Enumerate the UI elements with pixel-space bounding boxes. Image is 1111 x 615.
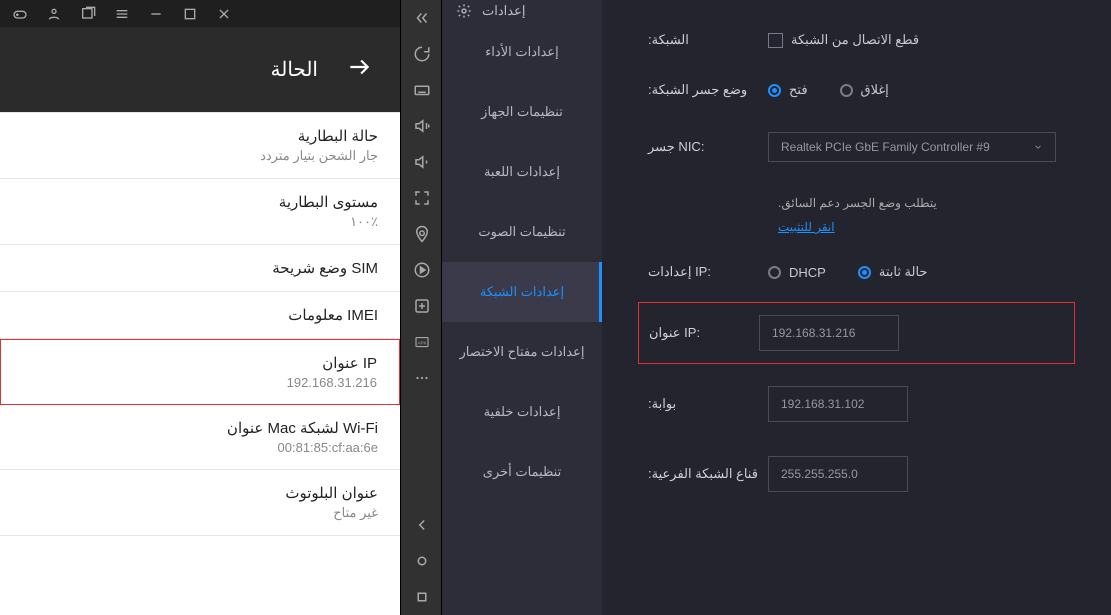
volume-up-icon[interactable] [401, 108, 443, 144]
keyboard-icon[interactable] [401, 72, 443, 108]
item-value: 192.168.31.216 [23, 375, 377, 390]
item-value: جار الشحن بتيار متردد [22, 148, 378, 164]
static-radio[interactable]: حالة ثابتة [858, 264, 928, 280]
android-status-panel: الحالة حالة البطارية جار الشحن بتيار متر… [0, 0, 400, 615]
status-list: حالة البطارية جار الشحن بتيار متردد مستو… [0, 112, 400, 615]
list-item[interactable]: عنوان البلوتوث غير متاح [0, 470, 400, 536]
list-item[interactable]: معلومات IMEI [0, 292, 400, 339]
tab-wallpaper[interactable]: إعدادات خلفية [442, 382, 602, 442]
svg-text:APK: APK [417, 340, 426, 345]
nic-label: جسر NIC: [648, 139, 768, 155]
tab-performance[interactable]: إعدادات الأداء [442, 22, 602, 82]
list-item-ip-address[interactable]: عنوان IP 192.168.31.216 [0, 339, 400, 405]
tab-game[interactable]: إعدادات اللعبة [442, 142, 602, 202]
emulator-titlebar [0, 0, 400, 27]
bridge-mode-row: :وضع جسر الشبكة فتح إغلاق [648, 82, 1065, 98]
back-arrow-icon[interactable] [346, 54, 372, 85]
popout-icon[interactable] [74, 0, 102, 27]
ip-address-label: عنوان IP: [649, 325, 759, 341]
gear-icon [456, 3, 472, 19]
add-icon[interactable] [401, 288, 443, 324]
minimize-icon[interactable] [142, 0, 170, 27]
chevrons-left-icon[interactable] [401, 0, 443, 36]
fullscreen-icon[interactable] [401, 180, 443, 216]
android-back-icon[interactable] [401, 507, 443, 543]
tab-shortcut[interactable]: إعدادات مفتاح الاختصار [442, 322, 602, 382]
item-value: 00:81:85:cf:aa:6e [22, 440, 378, 455]
tab-network[interactable]: إعدادات الشبكة [442, 262, 602, 322]
item-label: عنوان Mac لشبكة Wi-Fi [22, 419, 378, 437]
list-item[interactable]: مستوى البطارية ١٠٠٪ [0, 179, 400, 245]
rotate-icon[interactable] [401, 36, 443, 72]
gamepad-icon[interactable] [6, 0, 34, 27]
tab-audio[interactable]: تنظيمات الصوت [442, 202, 602, 262]
gateway-row: :بوابة 192.168.31.102 [648, 386, 1065, 422]
subnet-label: :قناع الشبكة الفرعية [648, 466, 768, 482]
bridge-open-radio[interactable]: فتح [768, 82, 808, 98]
dhcp-radio[interactable]: DHCP [768, 265, 826, 280]
subnet-row: :قناع الشبكة الفرعية 255.255.255.0 [648, 456, 1065, 492]
gateway-label: :بوابة [648, 396, 768, 412]
item-label: عنوان البلوتوث [22, 484, 378, 502]
list-item[interactable]: حالة البطارية جار الشحن بتيار متردد [0, 112, 400, 179]
settings-content: :الشبكة قطع الاتصال من الشبكة :وضع جسر ا… [602, 0, 1111, 615]
bridge-close-radio[interactable]: إغلاق [840, 82, 889, 98]
list-item[interactable]: وضع شريحة SIM [0, 245, 400, 292]
location-icon[interactable] [401, 216, 443, 252]
volume-down-icon[interactable] [401, 144, 443, 180]
item-label: مستوى البطارية [22, 193, 378, 211]
page-title: الحالة [271, 57, 318, 82]
item-value: ١٠٠٪ [22, 214, 378, 230]
android-home-icon[interactable] [401, 543, 443, 579]
nic-row: جسر NIC: Realtek PCIe GbE Family Control… [648, 132, 1065, 162]
maximize-icon[interactable] [176, 0, 204, 27]
item-label: عنوان IP [23, 354, 377, 372]
close-icon[interactable] [210, 0, 238, 27]
item-label: معلومات IMEI [22, 306, 378, 324]
settings-title: إعدادات [442, 0, 602, 22]
tab-device[interactable]: تنظيمات الجهاز [442, 82, 602, 142]
network-row: :الشبكة قطع الاتصال من الشبكة [648, 32, 1065, 48]
bridge-note: .يتطلب وضع الجسر دعم السائق [778, 196, 1065, 210]
nic-select[interactable]: Realtek PCIe GbE Family Controller #9 [768, 132, 1056, 162]
ip-settings-label: إعدادات IP: [648, 264, 768, 280]
subnet-field[interactable]: 255.255.255.0 [768, 456, 908, 492]
user-icon[interactable] [40, 0, 68, 27]
ip-settings-row: إعدادات IP: DHCP حالة ثابتة [648, 264, 1065, 280]
chevron-down-icon [1033, 142, 1043, 152]
tab-other[interactable]: تنظيمات أخرى [442, 442, 602, 502]
settings-title-text: إعدادات [482, 3, 525, 19]
record-icon[interactable] [401, 252, 443, 288]
ip-address-row: عنوان IP: 192.168.31.216 [638, 302, 1075, 364]
android-header: الحالة [0, 27, 400, 112]
more-icon[interactable] [401, 360, 443, 396]
android-recent-icon[interactable] [401, 579, 443, 615]
settings-sidebar: إعدادات إعدادات الأداء تنظيمات الجهاز إع… [442, 0, 602, 615]
ip-address-field[interactable]: 192.168.31.216 [759, 315, 899, 351]
disconnect-checkbox[interactable]: قطع الاتصال من الشبكة [768, 32, 919, 48]
menu-icon[interactable] [108, 0, 136, 27]
network-label: :الشبكة [648, 32, 768, 48]
install-driver-link[interactable]: انقر للتثبيت [778, 220, 1065, 234]
gateway-field[interactable]: 192.168.31.102 [768, 386, 908, 422]
item-value: غير متاح [22, 505, 378, 521]
bridge-label: :وضع جسر الشبكة [648, 82, 768, 98]
item-label: وضع شريحة SIM [22, 259, 378, 277]
emulator-side-toolbar: APK [400, 0, 442, 615]
item-label: حالة البطارية [22, 127, 378, 145]
list-item[interactable]: عنوان Mac لشبكة Wi-Fi 00:81:85:cf:aa:6e [0, 405, 400, 470]
apk-icon[interactable]: APK [401, 324, 443, 360]
